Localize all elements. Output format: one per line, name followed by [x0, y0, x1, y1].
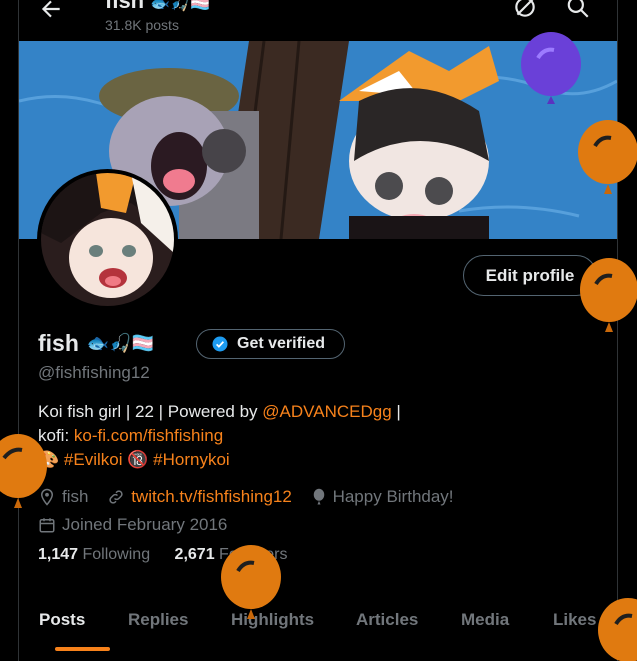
joined: Joined February 2016: [38, 513, 227, 537]
link-icon: [109, 490, 123, 504]
profile-tabs: Posts Replies Highlights Articles Media …: [19, 596, 617, 651]
bio-hashtag-evilkoi[interactable]: #Evilkoi: [64, 450, 123, 469]
get-verified-label: Get verified: [237, 335, 326, 352]
refresh-icon[interactable]: [512, 0, 538, 20]
bio-text: Koi fish girl | 22 | Powered by: [38, 402, 263, 421]
bio-tail: |: [391, 402, 401, 421]
balloon-orange-icon: [580, 258, 637, 332]
tab-media[interactable]: Media: [461, 610, 509, 630]
handle: @fishfishing12: [38, 363, 150, 382]
calendar-icon: [39, 518, 55, 533]
profile-meta: fish twitch.tv/fishfishing12 Happy Birth…: [38, 485, 468, 541]
tab-replies[interactable]: Replies: [128, 610, 188, 630]
get-verified-button[interactable]: Get verified: [196, 329, 345, 359]
birthday: Happy Birthday!: [311, 485, 454, 509]
balloon-purple-icon: [521, 32, 581, 104]
website[interactable]: twitch.tv/fishfishing12: [107, 485, 292, 509]
balloon-orange-icon: [598, 598, 637, 661]
following-link[interactable]: 1,147 Following: [38, 546, 150, 563]
birthday-text: Happy Birthday!: [332, 487, 454, 506]
header-title: fish 🐟🎣🏳️‍⚧️: [105, 0, 210, 13]
active-tab-indicator: [55, 647, 110, 651]
tab-posts[interactable]: Posts: [39, 610, 85, 630]
name-emoji-icon: 🐟🎣🏳️‍⚧️: [86, 332, 155, 353]
edit-profile-button[interactable]: Edit profile: [463, 255, 597, 296]
display-name: fish: [38, 329, 79, 356]
website-link[interactable]: twitch.tv/fishfishing12: [131, 485, 292, 509]
balloon-orange-icon: [0, 434, 47, 508]
eighteen-emoji-icon: 🔞: [127, 450, 149, 469]
bio-hashtag-hornykoi[interactable]: #Hornykoi: [153, 450, 230, 469]
post-count: 31.8K posts: [105, 17, 179, 33]
back-arrow-icon[interactable]: [38, 0, 64, 22]
tab-likes[interactable]: Likes: [553, 610, 596, 630]
balloon-orange-icon: [221, 545, 281, 619]
search-icon[interactable]: [565, 0, 591, 20]
name-row: fish 🐟🎣🏳️‍⚧️: [38, 327, 154, 359]
balloon-icon: [313, 488, 324, 505]
location-text: fish: [62, 487, 89, 506]
bio-kofi-link[interactable]: ko-fi.com/fishfishing: [74, 426, 223, 445]
verified-badge-icon: [212, 336, 228, 352]
joined-text: Joined February 2016: [62, 515, 228, 534]
bio-mention-link[interactable]: @ADVANCEDgg: [262, 402, 391, 421]
avatar[interactable]: [37, 169, 178, 310]
bio: Koi fish girl | 22 | Powered by @ADVANCE…: [38, 400, 401, 472]
balloon-orange-icon: [578, 120, 637, 194]
tab-articles[interactable]: Articles: [356, 610, 418, 630]
